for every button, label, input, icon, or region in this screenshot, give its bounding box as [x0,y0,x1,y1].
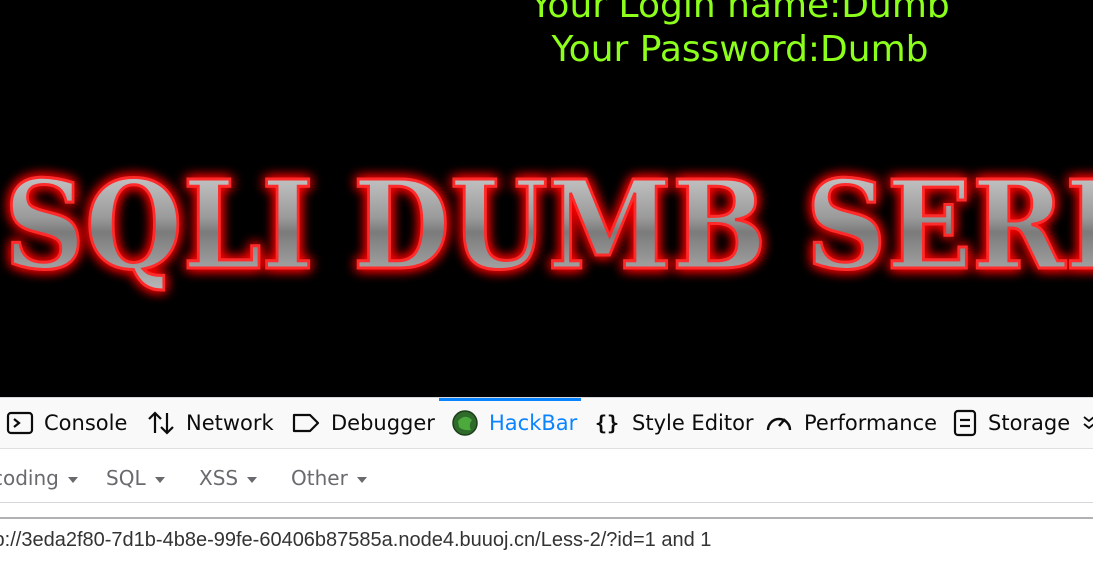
tab-storage-label: Storage [988,411,1071,435]
tab-debugger-label: Debugger [331,411,435,435]
menu-encoding-label: coding [0,466,59,490]
performance-icon [764,410,794,436]
tab-debugger[interactable]: Debugger [291,398,435,448]
hackbar-menubar: coding SQL XSS Other [0,454,1093,503]
url-value: tp://3eda2f80-7d1b-4b8e-99fe-60406b87585… [0,529,712,551]
login-name-text: Your Login name:Dumb [530,0,950,26]
tab-network-label: Network [186,411,274,435]
network-icon [146,410,176,436]
menu-xss[interactable]: XSS [199,454,258,502]
tab-performance[interactable]: Performance [764,398,937,448]
hackbar-icon [451,409,479,437]
caret-down-icon [154,476,165,483]
style-editor-icon: {} [594,410,622,436]
tab-console[interactable]: Console [6,398,127,448]
page-viewport: Your Login name:Dumb Your Password:Dumb [0,0,1093,397]
tabs-overflow-button[interactable] [1082,398,1093,448]
banner-text: SQLI DUMB SERIES [4,153,1093,297]
debugger-icon [291,410,321,436]
menu-sql-label: SQL [106,466,146,490]
tab-hackbar-label: HackBar [489,411,578,435]
svg-text:{}: {} [595,411,619,435]
password-text: Your Password:Dumb [551,29,929,70]
url-field-border [0,517,1093,519]
console-icon [6,410,34,436]
url-input[interactable]: tp://3eda2f80-7d1b-4b8e-99fe-60406b87585… [0,527,1093,557]
caret-down-icon [67,476,78,483]
tab-network[interactable]: Network [146,398,274,448]
chevron-more-icon [1082,413,1093,433]
sqli-banner: SQLI DUMB SERIES [3,152,1093,299]
menu-other-label: Other [291,466,348,490]
tab-storage[interactable]: Storage [952,398,1070,448]
devtools-tabbar: Console Network Debugger HackBar {} Styl… [0,397,1093,449]
menu-other[interactable]: Other [291,454,367,502]
caret-down-icon [247,476,258,483]
caret-down-icon [356,476,367,483]
tab-style-editor[interactable]: {} Style Editor [594,398,754,448]
tab-hackbar[interactable]: HackBar [451,398,577,448]
tab-performance-label: Performance [804,411,938,435]
menu-encoding[interactable]: coding [0,454,78,502]
tab-style-editor-label: Style Editor [632,411,754,435]
tab-console-label: Console [44,411,128,435]
devtools-panel: Console Network Debugger HackBar {} Styl… [0,397,1093,571]
menu-sql[interactable]: SQL [106,454,165,502]
storage-icon [952,409,978,437]
menu-xss-label: XSS [199,466,239,490]
